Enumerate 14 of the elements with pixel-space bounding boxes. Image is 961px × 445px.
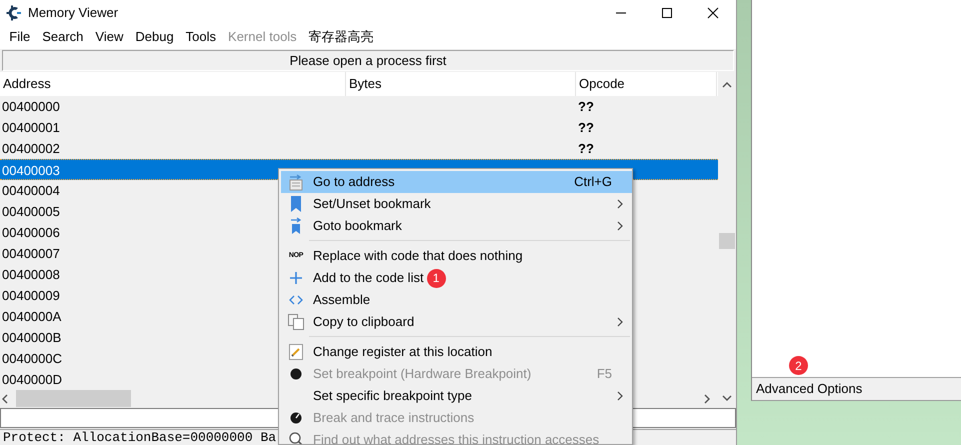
shortcut-text: F5: [596, 365, 612, 384]
opcode-cell-text: ??: [577, 140, 594, 158]
status-banner: Please open a process first: [2, 50, 734, 71]
window-title: Memory Viewer: [28, 4, 118, 22]
address-cell-text: 00400003: [1, 163, 60, 178]
shortcut-text: Ctrl+G: [574, 173, 612, 192]
opcode-cell-text: ??: [577, 119, 594, 137]
address-cell-text: 0040000B: [1, 330, 62, 345]
address-cell-text: 00400000: [1, 99, 60, 114]
address-cell-text: 00400002: [1, 141, 60, 156]
annotation-marker: 1: [426, 268, 446, 288]
opcode-cell-text: ??: [577, 98, 594, 116]
address-cell-text: 00400001: [1, 120, 60, 135]
annotation-marker: 2: [789, 356, 808, 375]
